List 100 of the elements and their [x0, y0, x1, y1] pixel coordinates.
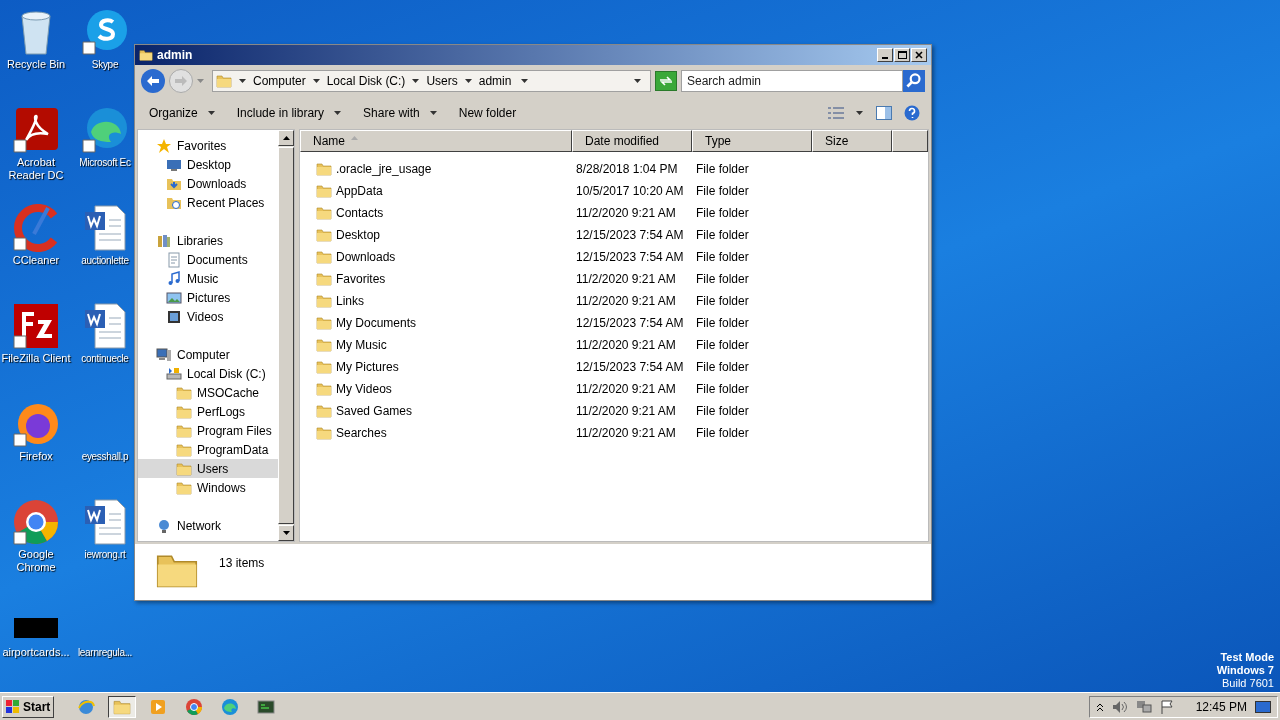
nav-item[interactable]: Network	[138, 516, 278, 535]
nav-item[interactable]: PerfLogs	[138, 402, 278, 421]
file-name: AppData	[336, 183, 383, 200]
skype-icon	[81, 8, 129, 56]
folder-icon	[316, 161, 332, 177]
list-view-icon	[828, 107, 844, 119]
date-cell-text: 11/2/2020 9:21 AM	[575, 337, 677, 354]
desktop-icon[interactable]: CCleaner	[0, 200, 72, 267]
nav-item[interactable]: Videos	[138, 307, 278, 326]
file-row[interactable]: AppData 10/5/2017 10:20 AM File folder	[300, 180, 928, 202]
system-info-text: Windows 7	[1216, 664, 1274, 677]
show-desktop-icon[interactable]	[1255, 699, 1271, 714]
picture-icon	[166, 289, 182, 306]
search-icon[interactable]	[903, 70, 925, 92]
nav-item[interactable]: Favorites	[138, 136, 278, 155]
file-row[interactable]: My Pictures 12/15/2023 7:54 AM File folder	[300, 356, 928, 378]
file-row[interactable]: Contacts 11/2/2020 9:21 AM File folder	[300, 202, 928, 224]
item-count: 13 items	[219, 555, 265, 572]
address-bar[interactable]: Computer Local Disk (C:) Users admin	[212, 70, 651, 92]
file-row[interactable]: My Videos 11/2/2020 9:21 AM File folder	[300, 378, 928, 400]
clock[interactable]: 12:45 PM	[1195, 697, 1247, 716]
search-field[interactable]: Search admin	[681, 70, 903, 92]
sort-arrow-icon	[351, 136, 358, 140]
nav-item[interactable]: Libraries	[138, 231, 278, 250]
refresh-button[interactable]	[655, 71, 677, 91]
toolbar-button[interactable]: Include in library	[230, 101, 348, 125]
nav-item[interactable]: Documents	[138, 250, 278, 269]
file-row[interactable]: .oracle_jre_usage 8/28/2018 1:04 PM File folder	[300, 158, 928, 180]
toolbar-button[interactable]: Share with	[357, 101, 443, 125]
maximize-button[interactable]	[894, 48, 910, 62]
network-icon[interactable]	[1135, 699, 1152, 714]
toolbar-button[interactable]: New folder	[452, 101, 523, 125]
desktop-icon[interactable]: FileZilla Client	[0, 298, 72, 365]
start-button[interactable]: Start	[2, 695, 55, 718]
type-cell-text: File folder	[695, 205, 750, 222]
window-title: admin	[157, 47, 193, 64]
desktop-icon[interactable]: iewrong.rt	[76, 494, 134, 561]
file-row[interactable]: Desktop 12/15/2023 7:54 AM File folder	[300, 224, 928, 246]
caret-icon	[412, 79, 420, 83]
column-header[interactable]: Name	[300, 130, 572, 152]
file-name: My Documents	[336, 315, 417, 332]
flag-icon[interactable]	[1159, 699, 1174, 714]
file-row[interactable]: My Music 11/2/2020 9:21 AM File folder	[300, 334, 928, 356]
desktop-icon[interactable]: airportcards...	[0, 592, 72, 659]
drive-icon	[166, 365, 182, 382]
speaker-icon[interactable]	[1111, 699, 1128, 714]
desktop-icon[interactable]: Recycle Bin	[0, 4, 72, 71]
desktop-icon[interactable]: Skype	[76, 4, 134, 71]
file-name: Desktop	[336, 227, 381, 244]
nav-item[interactable]: Local Disk (C:)	[138, 364, 278, 383]
file-row[interactable]: Favorites 11/2/2020 9:21 AM File folder	[300, 268, 928, 290]
file-row[interactable]: Links 11/2/2020 9:21 AM File folder	[300, 290, 928, 312]
nav-item[interactable]: Users	[138, 459, 278, 478]
down-arrow-icon	[282, 531, 290, 535]
taskbar-app-button[interactable]	[108, 695, 137, 718]
nav-item[interactable]: ProgramData	[138, 440, 278, 459]
file-row[interactable]: Downloads 12/15/2023 7:54 AM File folder	[300, 246, 928, 268]
desktop-icon[interactable]: auctionlette	[76, 200, 134, 267]
minimize-button[interactable]	[877, 48, 893, 62]
chevron-up-icon[interactable]	[1095, 701, 1104, 712]
desktop-icon[interactable]: Google Chrome	[0, 494, 72, 574]
file-name: Saved Games	[336, 403, 413, 420]
desktop-icon[interactable]: Firefox	[0, 396, 72, 463]
folder-icon	[316, 381, 332, 397]
file-row[interactable]: Saved Games 11/2/2020 9:21 AM File folder	[300, 400, 928, 422]
breadcrumb[interactable]: Computer	[253, 72, 306, 90]
nav-item[interactable]: Computer	[138, 345, 278, 364]
type-cell-text: File folder	[695, 359, 750, 376]
desktop-icon[interactable]: continuecle	[76, 298, 134, 365]
film-icon	[166, 308, 182, 325]
type-cell-text: File folder	[695, 271, 750, 288]
nav-item[interactable]: Windows	[138, 478, 278, 497]
breadcrumb[interactable]: Local Disk (C:)	[326, 72, 406, 90]
nav-item[interactable]: Pictures	[138, 288, 278, 307]
breadcrumb[interactable]: admin	[478, 72, 512, 90]
file-row[interactable]: My Documents 12/15/2023 7:54 AM File folder	[300, 312, 928, 334]
breadcrumb[interactable]: Users	[426, 72, 458, 90]
scrollbar[interactable]	[278, 130, 294, 541]
column-header[interactable]: Type	[692, 130, 812, 152]
type-cell-text: File folder	[695, 425, 750, 442]
nav-item[interactable]: Downloads	[138, 174, 278, 193]
column-header[interactable]: Size	[812, 130, 892, 152]
chrome-icon	[12, 498, 60, 546]
desktop-icon[interactable]: Microsoft Ec	[76, 102, 134, 169]
desktop-icon[interactable]: learnregula...	[76, 592, 134, 659]
nav-item[interactable]: Recent Places	[138, 193, 278, 212]
close-button[interactable]	[911, 48, 927, 62]
desktop-icon[interactable]: eyesshall.p	[76, 396, 134, 463]
caret-icon	[312, 79, 320, 83]
file-row[interactable]: Searches 11/2/2020 9:21 AM File folder	[300, 422, 928, 444]
nav-item[interactable]: Program Files	[138, 421, 278, 440]
column-header[interactable]: Date modified	[572, 130, 692, 152]
nav-item[interactable]: MSOCache	[138, 383, 278, 402]
nav-item[interactable]: Desktop	[138, 155, 278, 174]
desktop-icon[interactable]: Acrobat Reader DC	[0, 102, 72, 182]
acrobat-icon	[12, 106, 60, 154]
filezilla-icon	[12, 302, 60, 350]
nav-item[interactable]: Music	[138, 269, 278, 288]
back-button[interactable]	[141, 69, 165, 93]
toolbar-button[interactable]: Organize	[143, 101, 221, 125]
